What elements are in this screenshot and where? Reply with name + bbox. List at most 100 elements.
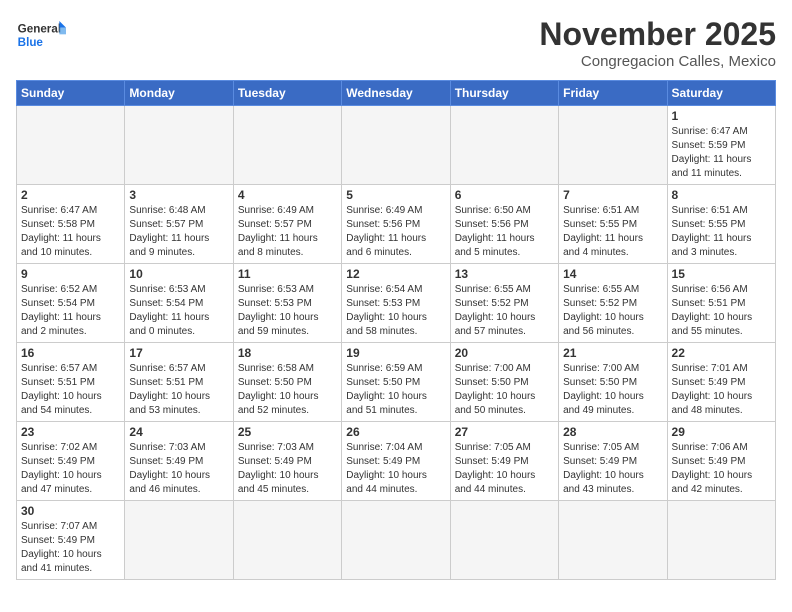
svg-text:Blue: Blue [18,36,44,49]
calendar-day-cell [342,106,450,185]
day-number: 25 [238,425,337,439]
calendar-day-cell: 26 Sunrise: 7:04 AM Sunset: 5:49 PM Dayli… [342,422,450,501]
day-number: 28 [563,425,662,439]
day-number: 22 [672,346,771,360]
day-info: Sunrise: 6:51 AM Sunset: 5:55 PM Dayligh… [672,204,771,260]
calendar-day-cell [559,501,667,580]
day-info: Sunrise: 7:00 AM Sunset: 5:50 PM Dayligh… [455,362,554,418]
calendar-day-cell: 17 Sunrise: 6:57 AM Sunset: 5:51 PM Dayli… [125,343,233,422]
day-info: Sunrise: 7:01 AM Sunset: 5:49 PM Dayligh… [672,362,771,418]
day-number: 1 [672,109,771,123]
calendar-day-cell: 18Sunrise: 6:58 AM Sunset: 5:50 PM Dayli… [233,343,341,422]
calendar-week-row: 23Sunrise: 7:02 AM Sunset: 5:49 PM Dayli… [17,422,776,501]
weekday-header: Thursday [450,81,558,106]
calendar-day-cell: 16Sunrise: 6:57 AM Sunset: 5:51 PM Dayli… [17,343,125,422]
day-number: 9 [21,267,120,281]
day-info: Sunrise: 6:47 AM Sunset: 5:59 PM Dayligh… [672,125,771,181]
calendar-day-cell: 15 Sunrise: 6:56 AM Sunset: 5:51 PM Dayli… [667,264,775,343]
calendar-day-cell [667,501,775,580]
day-number: 8 [672,188,771,202]
day-info: Sunrise: 7:06 AM Sunset: 5:49 PM Dayligh… [672,441,771,497]
day-info: Sunrise: 6:59 AM Sunset: 5:50 PM Dayligh… [346,362,445,418]
weekday-header: Sunday [17,81,125,106]
calendar-day-cell [559,106,667,185]
day-info: Sunrise: 7:04 AM Sunset: 5:49 PM Dayligh… [346,441,445,497]
calendar-day-cell [450,501,558,580]
svg-text:General: General [18,23,61,36]
calendar-day-cell: 1 Sunrise: 6:47 AM Sunset: 5:59 PM Daylig… [667,106,775,185]
calendar-day-cell: 19 Sunrise: 6:59 AM Sunset: 5:50 PM Dayli… [342,343,450,422]
calendar-day-cell: 8 Sunrise: 6:51 AM Sunset: 5:55 PM Daylig… [667,185,775,264]
location: Congregacion Calles, Mexico [539,53,776,70]
calendar-day-cell: 2 Sunrise: 6:47 AM Sunset: 5:58 PM Daylig… [17,185,125,264]
calendar-day-cell: 10Sunrise: 6:53 AM Sunset: 5:54 PM Dayli… [125,264,233,343]
day-info: Sunrise: 6:49 AM Sunset: 5:57 PM Dayligh… [238,204,337,260]
day-number: 13 [455,267,554,281]
calendar-day-cell [450,106,558,185]
calendar-week-row: 9 Sunrise: 6:52 AM Sunset: 5:54 PM Daylig… [17,264,776,343]
day-info: Sunrise: 6:51 AM Sunset: 5:55 PM Dayligh… [563,204,662,260]
day-number: 27 [455,425,554,439]
day-number: 21 [563,346,662,360]
calendar-day-cell [125,106,233,185]
calendar-day-cell: 13 Sunrise: 6:55 AM Sunset: 5:52 PM Dayli… [450,264,558,343]
calendar-day-cell: 5 Sunrise: 6:49 AM Sunset: 5:56 PM Daylig… [342,185,450,264]
day-info: Sunrise: 6:55 AM Sunset: 5:52 PM Dayligh… [563,283,662,339]
day-info: Sunrise: 7:03 AM Sunset: 5:49 PM Dayligh… [238,441,337,497]
day-number: 17 [129,346,228,360]
month-title: November 2025 [539,16,776,53]
logo-svg: General Blue [16,16,66,56]
day-number: 12 [346,267,445,281]
calendar-day-cell: 12Sunrise: 6:54 AM Sunset: 5:53 PM Dayli… [342,264,450,343]
weekday-header: Monday [125,81,233,106]
weekday-header: Wednesday [342,81,450,106]
day-number: 23 [21,425,120,439]
calendar-day-cell [342,501,450,580]
calendar-day-cell: 25 Sunrise: 7:03 AM Sunset: 5:49 PM Dayli… [233,422,341,501]
day-number: 24 [129,425,228,439]
day-number: 7 [563,188,662,202]
weekday-header-row: SundayMondayTuesdayWednesdayThursdayFrid… [17,81,776,106]
calendar-day-cell: 4 Sunrise: 6:49 AM Sunset: 5:57 PM Daylig… [233,185,341,264]
day-info: Sunrise: 6:48 AM Sunset: 5:57 PM Dayligh… [129,204,228,260]
day-number: 14 [563,267,662,281]
day-number: 4 [238,188,337,202]
calendar-day-cell: 24Sunrise: 7:03 AM Sunset: 5:49 PM Dayli… [125,422,233,501]
day-number: 19 [346,346,445,360]
day-info: Sunrise: 6:50 AM Sunset: 5:56 PM Dayligh… [455,204,554,260]
calendar-week-row: 1 Sunrise: 6:47 AM Sunset: 5:59 PM Daylig… [17,106,776,185]
calendar-week-row: 2 Sunrise: 6:47 AM Sunset: 5:58 PM Daylig… [17,185,776,264]
day-info: Sunrise: 7:00 AM Sunset: 5:50 PM Dayligh… [563,362,662,418]
calendar-day-cell: 22 Sunrise: 7:01 AM Sunset: 5:49 PM Dayli… [667,343,775,422]
day-info: Sunrise: 6:55 AM Sunset: 5:52 PM Dayligh… [455,283,554,339]
day-number: 29 [672,425,771,439]
day-info: Sunrise: 6:49 AM Sunset: 5:56 PM Dayligh… [346,204,445,260]
day-info: Sunrise: 6:53 AM Sunset: 5:53 PM Dayligh… [238,283,337,339]
day-number: 5 [346,188,445,202]
day-info: Sunrise: 6:57 AM Sunset: 5:51 PM Dayligh… [21,362,120,418]
calendar-day-cell: 20Sunrise: 7:00 AM Sunset: 5:50 PM Dayli… [450,343,558,422]
calendar-day-cell [17,106,125,185]
day-number: 26 [346,425,445,439]
calendar-day-cell: 21 Sunrise: 7:00 AM Sunset: 5:50 PM Dayli… [559,343,667,422]
calendar-day-cell: 3Sunrise: 6:48 AM Sunset: 5:57 PM Daylig… [125,185,233,264]
day-info: Sunrise: 6:58 AM Sunset: 5:50 PM Dayligh… [238,362,337,418]
day-info: Sunrise: 6:47 AM Sunset: 5:58 PM Dayligh… [21,204,120,260]
calendar-day-cell: 9 Sunrise: 6:52 AM Sunset: 5:54 PM Daylig… [17,264,125,343]
day-number: 30 [21,504,120,518]
calendar-day-cell: 27Sunrise: 7:05 AM Sunset: 5:49 PM Dayli… [450,422,558,501]
calendar-day-cell: 28Sunrise: 7:05 AM Sunset: 5:49 PM Dayli… [559,422,667,501]
weekday-header: Tuesday [233,81,341,106]
calendar-day-cell [125,501,233,580]
day-info: Sunrise: 6:57 AM Sunset: 5:51 PM Dayligh… [129,362,228,418]
day-info: Sunrise: 6:52 AM Sunset: 5:54 PM Dayligh… [21,283,120,339]
day-number: 10 [129,267,228,281]
calendar-day-cell [233,501,341,580]
day-number: 15 [672,267,771,281]
page-header: General Blue November 2025 Congregacion … [16,16,776,70]
calendar-day-cell [233,106,341,185]
calendar-table: SundayMondayTuesdayWednesdayThursdayFrid… [16,80,776,580]
day-info: Sunrise: 6:56 AM Sunset: 5:51 PM Dayligh… [672,283,771,339]
weekday-header: Friday [559,81,667,106]
day-number: 2 [21,188,120,202]
